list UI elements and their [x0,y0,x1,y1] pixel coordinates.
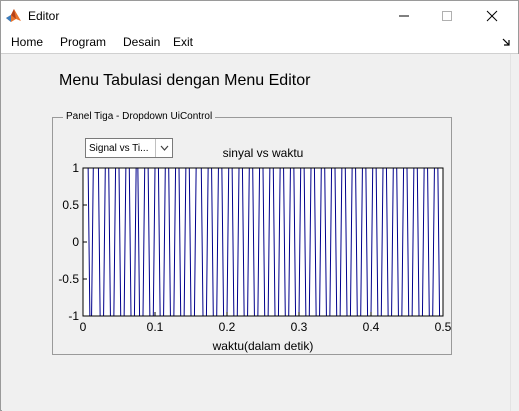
x-tick-label: 0.4 [363,320,380,334]
menu-home[interactable]: Home [11,35,43,49]
title-bar[interactable]: Editor [1,1,518,31]
x-tick-label: 0.3 [291,320,308,334]
x-tick-label: 0 [80,320,87,334]
matlab-logo-icon [6,9,21,22]
close-button[interactable] [469,1,515,31]
x-tick-label: 0.2 [219,320,236,334]
y-tick-label: 0.5 [62,198,79,212]
menu-program[interactable]: Program [60,35,106,49]
figure-client-area: Menu Tabulasi dengan Menu Editor Panel T… [2,54,519,411]
close-icon [486,10,498,22]
menu-exit[interactable]: Exit [173,35,193,49]
x-tick-label: 0.5 [435,320,452,334]
y-tick-label: 0 [72,235,79,249]
y-tick-label: 1 [72,161,79,175]
window-title: Editor [28,9,60,23]
menu-desain[interactable]: Desain [123,35,160,49]
signal-chart: sinyal vs waktu 0 0.1 0.2 0.3 0.4 0.5 1 0.5 0 -0… [58,146,452,353]
dock-arrow-icon[interactable] [501,37,511,47]
x-axis-label: waktu(dalam detik) [212,339,314,353]
maximize-button[interactable] [424,1,470,31]
y-tick-label: -1 [68,309,79,323]
minimize-button[interactable] [381,1,427,31]
minimize-icon [399,15,409,17]
editor-window: Editor Home Program Desain Exit Menu Tab… [0,0,519,411]
menu-bar: Home Program Desain Exit [1,31,518,54]
y-tick-label: -0.5 [58,272,79,286]
chart-title: sinyal vs waktu [223,146,304,160]
x-tick-label: 0.1 [147,320,164,334]
maximize-icon [442,11,452,21]
